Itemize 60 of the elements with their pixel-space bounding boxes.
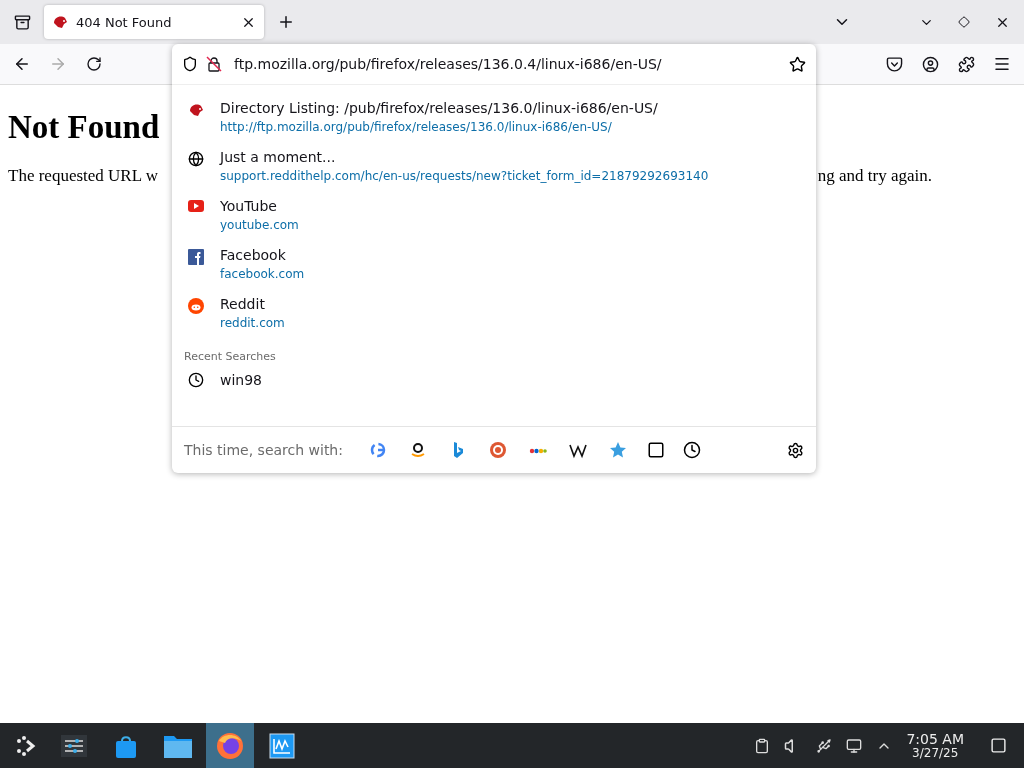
suggestion-item[interactable]: Just a moment... support.reddithelp.com/hc/en-us/requests/new?ticket_form_id=21879292693140 <box>172 142 816 191</box>
facebook-icon <box>188 249 204 265</box>
suggestion-url: support.reddithelp.com/hc/en-us/requests/new?ticket_form_id=21879292693140 <box>220 169 709 183</box>
clock-icon <box>188 372 204 388</box>
hedgehog-icon <box>52 14 68 30</box>
shield-icon <box>182 56 198 72</box>
globe-icon <box>188 151 204 167</box>
reload-icon[interactable] <box>86 56 102 72</box>
settings-icon[interactable] <box>787 441 804 459</box>
pocket-icon[interactable] <box>885 55 903 73</box>
network-icon[interactable] <box>846 737 863 754</box>
usb-icon[interactable] <box>816 737 833 754</box>
suggestion-url: youtube.com <box>220 218 299 232</box>
maximize-icon[interactable] <box>958 16 970 28</box>
page-heading: Not Found <box>8 109 160 146</box>
suggestion-url: http://ftp.mozilla.org/pub/firefox/releases/136.0/linux-i686/en-US/ <box>220 120 613 134</box>
bookmark-star-icon[interactable] <box>789 55 806 73</box>
clipboard-icon[interactable] <box>754 737 771 754</box>
suggestion-title: Directory Listing: /pub/firefox/releases/136.0/linux-i686/en-US/ <box>220 100 658 116</box>
suggestion-title: Reddit <box>220 296 266 312</box>
bookmark-star-icon[interactable] <box>608 441 627 459</box>
suggestion-item[interactable]: Facebook facebook.com <box>172 240 816 289</box>
suggestion-item[interactable]: Reddit reddit.com <box>172 289 816 338</box>
tab-title: 404 Not Found <box>76 14 173 30</box>
clock-date: 3/27/25 <box>912 746 959 760</box>
clock-time: 7:05 AM <box>906 731 964 747</box>
back-icon[interactable] <box>13 55 31 73</box>
recent-search-item[interactable]: win98 <box>172 365 816 396</box>
wave-monitor-icon[interactable] <box>269 732 295 759</box>
tab-list-icon[interactable] <box>13 13 31 31</box>
suggestion-url: facebook.com <box>220 267 305 281</box>
duck-icon[interactable] <box>488 441 507 459</box>
play-icon <box>188 200 204 212</box>
suggestion-url: reddit.com <box>220 316 285 330</box>
account-icon[interactable] <box>921 55 939 73</box>
insecure-lock-icon <box>206 56 222 72</box>
new-tab-icon[interactable] <box>277 13 295 31</box>
suggestion-item[interactable]: Directory Listing: /pub/firefox/releases/136.0/linux-i686/en-US/ http://ftp.mozilla.org/pub/firefox/releases/136.0/linux-i686/en-US/ <box>172 93 816 142</box>
clock[interactable]: 7:05 AM 3/27/25 <box>906 731 964 760</box>
url-text: ftp.mozilla.org/pub/firefox/releases/136.0.4/linux-i686/en-US/ <box>234 56 663 72</box>
search-term: win98 <box>220 372 263 388</box>
launcher-icon[interactable] <box>15 734 37 757</box>
browser-tab[interactable]: 404 Not Found <box>44 5 264 39</box>
body-text: The requested URL w <box>8 166 158 186</box>
suggestion-title: YouTube <box>220 198 278 214</box>
sliders-icon[interactable] <box>61 734 87 757</box>
suggestion-title: Facebook <box>220 247 287 263</box>
alien-icon <box>188 298 204 314</box>
puzzle-icon[interactable] <box>957 55 975 73</box>
body-text: ng and try again. <box>817 166 932 186</box>
show-desktop-icon[interactable] <box>989 737 1007 754</box>
history-icon[interactable] <box>682 441 701 459</box>
section-heading: Recent Searches <box>183 349 277 365</box>
tabs-icon[interactable] <box>646 441 665 459</box>
menu-icon[interactable] <box>993 55 1011 73</box>
suggestion-item[interactable]: YouTube youtube.com <box>172 191 816 240</box>
hedgehog-icon <box>188 102 204 118</box>
suggestion-title: Just a moment... <box>220 149 337 165</box>
firefox-icon[interactable] <box>215 730 245 761</box>
search-with-label: This time, search with: <box>184 442 343 458</box>
